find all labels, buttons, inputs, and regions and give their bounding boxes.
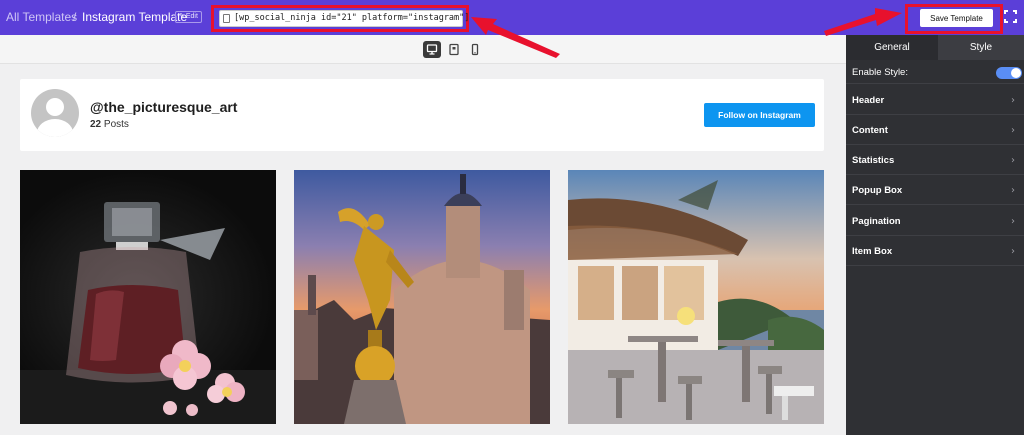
top-bar: All Templates / Instagram Template ✎Edit… [0,0,1024,35]
seaside-terrace-photo [568,180,824,424]
feed-post-angel-dome[interactable] [294,170,550,424]
section-label: Pagination [852,216,901,227]
page-title: Instagram Template [82,10,188,24]
save-template-button[interactable]: Save Template [920,9,993,27]
posts-label: Posts [103,119,129,130]
section-statistics[interactable]: Statistics › [846,145,1024,175]
edit-title-button[interactable]: ✎Edit [175,11,202,23]
edit-label: Edit [185,13,198,20]
tab-general[interactable]: General [846,35,938,60]
chevron-right-icon: › [1011,125,1015,136]
profile-post-count: 22 Posts [90,119,129,130]
section-label: Item Box [852,246,893,257]
chevron-right-icon: › [1011,246,1015,257]
section-item-box[interactable]: Item Box › [846,236,1024,266]
enable-style-label: Enable Style: [852,67,908,78]
section-popup-box[interactable]: Popup Box › [846,175,1024,205]
enable-style-row: Enable Style: [846,60,1024,84]
follow-on-instagram-button[interactable]: Follow on Instagram [704,103,815,127]
breadcrumb-separator: / [73,10,77,24]
feed-post-perfume[interactable] [20,170,276,424]
section-header[interactable]: Header › [846,85,1024,115]
section-label: Statistics [852,155,895,166]
style-settings-panel: General Style Enable Style: Header › Con… [846,35,1024,435]
section-label: Popup Box [852,185,903,196]
copy-document-icon[interactable] [223,14,230,23]
section-pagination[interactable]: Pagination › [846,206,1024,236]
avatar [31,89,79,137]
pencil-icon: ✎ [179,13,185,20]
chevron-right-icon: › [1011,216,1015,227]
fullscreen-icon[interactable] [1004,10,1017,23]
device-preview-bar [0,35,846,64]
chevron-right-icon: › [1011,155,1015,166]
shortcode-field[interactable]: [wp_social_ninja id="21" platform="insta… [219,10,469,27]
shortcode-text: [wp_social_ninja id="21" platform="insta… [234,13,470,23]
enable-style-toggle[interactable] [996,67,1022,79]
tablet-icon[interactable] [445,41,463,58]
golden-angel-dome-photo [294,174,550,424]
section-label: Header [852,95,885,106]
feed-post-seaside-terrace[interactable] [568,170,824,424]
chevron-right-icon: › [1011,185,1015,196]
post-count: 22 [90,119,102,130]
preview-canvas: @the_picturesque_art 22 Posts Follow on … [0,65,846,435]
desktop-icon[interactable] [423,41,441,58]
settings-tabs: General Style [846,35,1024,60]
chevron-right-icon: › [1011,95,1015,106]
profile-username[interactable]: @the_picturesque_art [90,99,237,115]
perfume-bottle-photo [20,202,276,424]
tab-style[interactable]: Style [938,35,1024,60]
section-content[interactable]: Content › [846,115,1024,145]
mobile-icon[interactable] [466,41,484,58]
section-label: Content [852,125,888,136]
profile-header: @the_picturesque_art 22 Posts Follow on … [20,79,824,151]
breadcrumb-all-templates[interactable]: All Templates [6,10,77,24]
